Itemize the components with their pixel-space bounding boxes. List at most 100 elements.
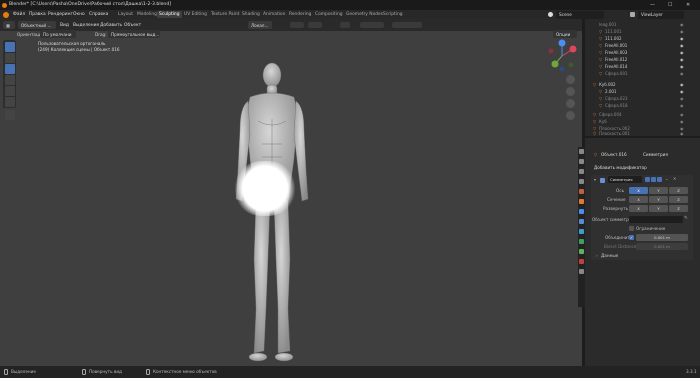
snap-toggle[interactable] [290, 22, 304, 28]
mode-selector[interactable]: Объектный ... [18, 21, 56, 29]
bisect-y-button[interactable]: Y [649, 196, 668, 203]
select-box-tool-icon[interactable] [4, 42, 15, 52]
eye-icon[interactable]: ◉ [680, 96, 684, 101]
modifier-dropdown-icon[interactable]: ⌄ [665, 176, 668, 181]
editor-type-button[interactable]: ▦ [3, 21, 15, 29]
menu-window[interactable]: Окно [73, 12, 85, 17]
modifier-close-icon[interactable]: ✕ [673, 176, 676, 181]
tab-shading[interactable]: Shading [240, 11, 262, 18]
flip-x-button[interactable]: X [629, 205, 648, 212]
view-layer-icon[interactable] [630, 12, 635, 17]
flip-z-button[interactable]: Z [669, 205, 688, 212]
list-item[interactable]: ▽ Куб.002 ◉ [585, 82, 700, 89]
merge-checkbox[interactable]: ✓ [629, 235, 634, 240]
shading-modes[interactable] [392, 22, 422, 28]
modifier-name-field[interactable]: Симметрия [608, 176, 642, 183]
list-item[interactable]: ▽ FreeAll.001 ◉ [585, 43, 700, 50]
list-item[interactable]: ▽ FreeAll.003 ◉ [585, 50, 700, 57]
scene-icon[interactable] [548, 12, 553, 17]
tab-texture-paint[interactable]: Texture Paint [209, 11, 241, 18]
tab-geometry-nodes[interactable]: Geometry Nodes [344, 11, 385, 18]
list-item[interactable]: ▽ FreeAll.014 ◉ [585, 64, 700, 71]
eye-icon[interactable]: ◉ [680, 131, 684, 136]
view-layer-selector[interactable]: ViewLayer [638, 10, 684, 19]
menu-edit[interactable]: Правка [29, 12, 46, 17]
scene-tab-icon[interactable] [579, 189, 584, 194]
menu-render[interactable]: Рендеринг [48, 12, 73, 17]
bisect-x-button[interactable]: X [629, 196, 648, 203]
object-tab-icon[interactable] [579, 199, 584, 204]
constraints-tab-icon[interactable] [579, 239, 584, 244]
view-layer-tab-icon[interactable] [579, 179, 584, 184]
pan-icon[interactable] [566, 87, 575, 96]
move-tool-icon[interactable] [4, 64, 15, 74]
cursor-tool-icon[interactable] [4, 53, 15, 63]
bisect-z-button[interactable]: Z [669, 196, 688, 203]
merge-distance-field[interactable]: 0.001 m [636, 234, 688, 241]
data-expand-chevron-icon[interactable]: › [596, 253, 598, 258]
list-item[interactable]: ▽ 2.001 ◉ [585, 89, 700, 96]
tab-uv-editing[interactable]: UV Editing [182, 11, 209, 18]
navigation-gizmo[interactable] [545, 39, 579, 73]
minimize-icon[interactable]: — [650, 2, 655, 8]
maximize-icon[interactable]: ☐ [668, 2, 672, 8]
overlays-toggle[interactable] [360, 22, 384, 28]
menu-select[interactable]: Выделение [73, 23, 99, 28]
tab-scripting[interactable]: Scripting [381, 11, 405, 18]
tool-tab-icon[interactable] [579, 149, 584, 154]
list-item[interactable]: leag.001 ◉ [585, 22, 700, 29]
eye-icon[interactable]: ◉ [680, 36, 684, 41]
menu-add[interactable]: Добавить [100, 23, 122, 28]
list-item[interactable]: ▽ Плоскость.001 ◉ [585, 131, 700, 138]
texture-tab-icon[interactable] [579, 269, 584, 274]
physics-tab-icon[interactable] [579, 229, 584, 234]
rotate-tool-icon[interactable] [4, 75, 15, 85]
3d-viewport[interactable]: Ориентация: По умолчани Drag: Прямоуголь… [0, 30, 582, 366]
output-tab-icon[interactable] [579, 169, 584, 174]
orientation-selector[interactable]: По умолчани [40, 30, 76, 38]
particles-tab-icon[interactable] [579, 219, 584, 224]
eye-icon[interactable]: ◉ [680, 71, 684, 76]
viewport-toggle[interactable] [651, 177, 656, 182]
add-modifier-button[interactable]: Добавить модификатор [594, 165, 647, 170]
close-icon[interactable]: ✕ [686, 2, 690, 8]
list-item[interactable]: ▽ 111.001 ◉ [585, 29, 700, 36]
visibility-icon[interactable] [340, 22, 350, 28]
tab-sculpting[interactable]: Sculpting [157, 11, 182, 18]
tab-compositing[interactable]: Compositing [313, 11, 345, 18]
tab-rendering[interactable]: Rendering [287, 11, 313, 18]
eye-icon[interactable]: ◉ [680, 57, 684, 62]
eye-icon[interactable]: ◉ [680, 29, 684, 34]
measure-tool-icon[interactable] [4, 97, 15, 107]
list-item[interactable]: ▽ Сфера.023 ◉ [585, 96, 700, 103]
render-tab-icon[interactable] [579, 159, 584, 164]
drag-selector[interactable]: Прямоугольное выд... [108, 30, 160, 38]
axis-z-button[interactable]: Z [669, 187, 688, 194]
bisect-distance-field[interactable]: 0.001 m [636, 243, 688, 250]
options-button[interactable]: Опции [553, 30, 577, 38]
eye-icon[interactable]: ◉ [680, 119, 684, 124]
eyedropper-icon[interactable]: ✎ [684, 216, 688, 221]
tab-layout[interactable]: Layout [116, 11, 135, 18]
axis-y-button[interactable]: Y [649, 187, 668, 194]
zoom-icon[interactable] [566, 75, 575, 84]
menu-help[interactable]: Справка [89, 12, 108, 17]
tab-modeling[interactable]: Modeling [135, 11, 159, 18]
eye-icon[interactable]: ◉ [680, 50, 684, 55]
data-tab-icon[interactable] [579, 249, 584, 254]
list-item[interactable]: ▽ Куб ◉ [585, 119, 700, 126]
menu-view[interactable]: Вид [60, 23, 69, 28]
flip-y-button[interactable]: Y [649, 205, 668, 212]
list-item[interactable]: ▽ Сфера.004 ◉ [585, 112, 700, 119]
axis-x-button[interactable]: X [629, 187, 648, 194]
scene-selector[interactable]: Scene [556, 10, 604, 19]
list-item[interactable]: ▽ 111.002 ◉ [585, 36, 700, 43]
blender-menu-icon[interactable] [3, 11, 9, 18]
eye-icon[interactable]: ◉ [680, 89, 684, 94]
eye-icon[interactable]: ◉ [680, 22, 684, 27]
list-item[interactable]: ▽ Сфера.001 ◉ [585, 71, 700, 78]
menu-file[interactable]: Файл [13, 12, 25, 17]
edit-mode-toggle[interactable] [645, 177, 650, 182]
clipping-checkbox[interactable] [629, 226, 634, 231]
render-toggle[interactable] [657, 177, 662, 182]
